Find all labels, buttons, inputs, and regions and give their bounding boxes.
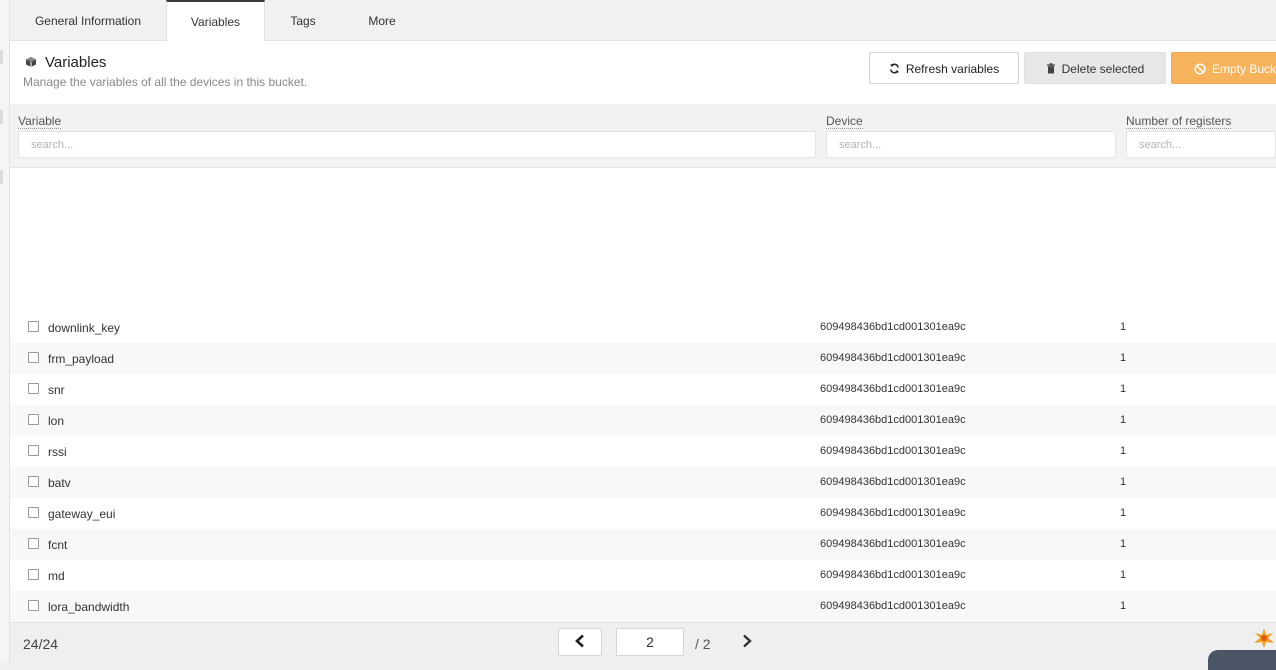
table-row[interactable]: downlink_key 609498436bd1cd001301ea9c 1 [10, 312, 1276, 343]
register-count: 1 [1120, 445, 1127, 457]
register-count: 1 [1120, 352, 1127, 364]
device-id: 609498436bd1cd001301ea9c [820, 600, 966, 612]
variables-panel: General Information Variables Tags More … [10, 0, 1276, 664]
row-checkbox[interactable] [28, 321, 39, 332]
total-pages: / 2 [695, 636, 711, 652]
register-count: 1 [1120, 569, 1127, 581]
table-row[interactable]: gateway_eui 609498436bd1cd001301ea9c 1 [10, 498, 1276, 529]
device-search-input[interactable] [826, 131, 1116, 158]
register-count: 1 [1120, 600, 1127, 612]
rail-mark [0, 170, 3, 184]
register-count: 1 [1120, 538, 1127, 550]
ban-icon [1194, 63, 1206, 75]
record-count: 24/24 [23, 636, 59, 652]
device-id: 609498436bd1cd001301ea9c [820, 476, 966, 488]
chevron-left-icon [575, 634, 584, 647]
tab-more[interactable]: More [343, 0, 421, 40]
row-checkbox[interactable] [28, 538, 39, 549]
rail-mark [0, 50, 3, 64]
column-header-variable[interactable]: Variable [18, 114, 62, 129]
variable-name: lon [48, 414, 65, 428]
table-row[interactable]: frm_payload 609498436bd1cd001301ea9c 1 [10, 343, 1276, 374]
page-title: Variables [45, 54, 107, 71]
row-checkbox[interactable] [28, 383, 39, 394]
filter-header: Variable Device Number of registers [10, 104, 1276, 168]
register-count: 1 [1120, 321, 1127, 333]
pagination-footer: 24/24 / 2 [10, 622, 1276, 664]
device-id: 609498436bd1cd001301ea9c [820, 352, 966, 364]
row-checkbox[interactable] [28, 476, 39, 487]
table-row[interactable]: batv 609498436bd1cd001301ea9c 1 [10, 467, 1276, 498]
variable-name: frm_payload [48, 352, 115, 366]
device-id: 609498436bd1cd001301ea9c [820, 445, 966, 457]
trash-icon [1046, 63, 1055, 74]
corner-logo-icon [1254, 628, 1274, 648]
column-header-device[interactable]: Device [826, 114, 863, 129]
variable-name: snr [48, 383, 65, 397]
next-page-button[interactable] [725, 628, 769, 656]
device-id: 609498436bd1cd001301ea9c [820, 383, 966, 395]
row-checkbox[interactable] [28, 414, 39, 425]
table-row[interactable]: lora_bandwidth 609498436bd1cd001301ea9c … [10, 591, 1276, 622]
refresh-variables-button[interactable]: Refresh variables [869, 52, 1019, 84]
row-checkbox[interactable] [28, 507, 39, 518]
empty-bucket-label: Empty Bucket [1212, 62, 1276, 76]
empty-bucket-button[interactable]: Empty Bucket [1171, 52, 1276, 84]
variable-name: gateway_eui [48, 507, 116, 521]
refresh-icon [889, 63, 899, 74]
previous-page-button[interactable] [558, 628, 602, 656]
register-count: 1 [1120, 476, 1127, 488]
variable-name: lora_bandwidth [48, 600, 130, 614]
refresh-variables-label: Refresh variables [905, 62, 1000, 76]
page-subtitle: Manage the variables of all the devices … [23, 75, 308, 89]
variable-name: batv [48, 476, 71, 490]
device-id: 609498436bd1cd001301ea9c [820, 321, 966, 333]
row-checkbox[interactable] [28, 600, 39, 611]
device-id: 609498436bd1cd001301ea9c [820, 507, 966, 519]
delete-selected-label: Delete selected [1061, 62, 1145, 76]
rail-mark [0, 110, 3, 124]
tab-tags[interactable]: Tags [264, 0, 342, 40]
table-row[interactable]: rssi 609498436bd1cd001301ea9c 1 [10, 436, 1276, 467]
table-row[interactable]: md 609498436bd1cd001301ea9c 1 [10, 560, 1276, 591]
device-id: 609498436bd1cd001301ea9c [820, 538, 966, 550]
variable-name: fcnt [48, 538, 68, 552]
table-row[interactable]: fcnt 609498436bd1cd001301ea9c 1 [10, 529, 1276, 560]
register-count: 1 [1120, 383, 1127, 395]
left-rail [0, 0, 10, 663]
variable-name: md [48, 569, 65, 583]
variables-table: downlink_key 609498436bd1cd001301ea9c 1 … [10, 312, 1276, 622]
registers-search-input[interactable] [1126, 131, 1276, 158]
variable-name: rssi [48, 445, 67, 459]
device-id: 609498436bd1cd001301ea9c [820, 414, 966, 426]
device-id: 609498436bd1cd001301ea9c [820, 569, 966, 581]
tab-variables[interactable]: Variables [166, 0, 265, 41]
row-checkbox[interactable] [28, 352, 39, 363]
variable-search-input[interactable] [18, 131, 816, 158]
chevron-right-icon [743, 634, 752, 647]
row-checkbox[interactable] [28, 569, 39, 580]
table-row[interactable]: lon 609498436bd1cd001301ea9c 1 [10, 405, 1276, 436]
tab-bar: General Information Variables Tags More [10, 0, 1276, 41]
register-count: 1 [1120, 414, 1127, 426]
register-count: 1 [1120, 507, 1127, 519]
corner-badge [1208, 650, 1276, 670]
cube-icon [26, 57, 36, 67]
column-header-registers[interactable]: Number of registers [1126, 114, 1232, 129]
variable-name: downlink_key [48, 321, 121, 335]
row-checkbox[interactable] [28, 445, 39, 456]
page-number-input[interactable] [616, 628, 684, 656]
delete-selected-button[interactable]: Delete selected [1024, 52, 1166, 84]
table-row[interactable]: snr 609498436bd1cd001301ea9c 1 [10, 374, 1276, 405]
tab-general-information[interactable]: General Information [10, 0, 166, 40]
